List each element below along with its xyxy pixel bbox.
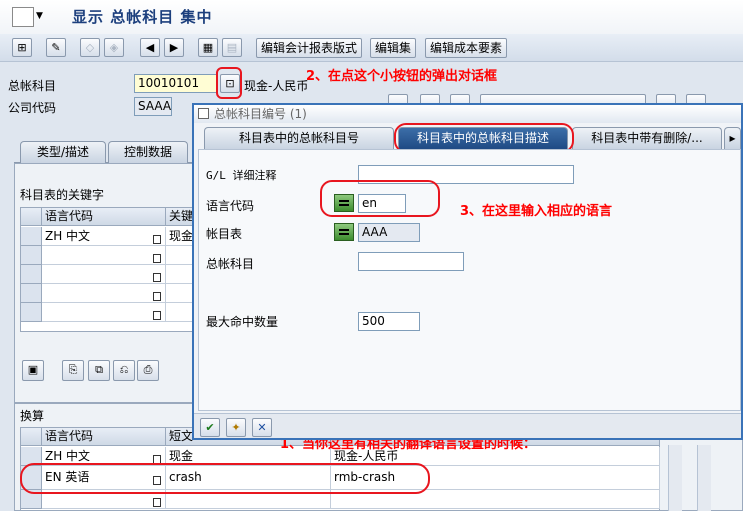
doc-icon[interactable] bbox=[153, 251, 161, 265]
dialog-content bbox=[198, 149, 741, 411]
row-selector[interactable] bbox=[21, 227, 42, 246]
other-account-icon[interactable]: ⊞ bbox=[12, 38, 32, 57]
search-options-icon[interactable]: ✦ bbox=[226, 418, 246, 437]
create-icon: ◇ bbox=[80, 38, 100, 57]
select-all-icon[interactable]: ⎙ bbox=[137, 360, 159, 381]
cancel-icon[interactable]: ✕ bbox=[252, 418, 272, 437]
menu-icon[interactable] bbox=[12, 7, 34, 27]
gl-note-label: G/L 详细注释 bbox=[206, 169, 277, 182]
scrollbar[interactable] bbox=[668, 445, 682, 511]
row-selector-header bbox=[21, 208, 42, 226]
confirm-icon[interactable]: ✔ bbox=[200, 418, 220, 437]
row-selector[interactable] bbox=[21, 265, 42, 284]
table-row[interactable] bbox=[42, 303, 166, 322]
highlight-search-button bbox=[216, 67, 242, 99]
tab-deleted-accounts[interactable]: 科目表中带有删除/... bbox=[572, 127, 722, 149]
dialog-icon bbox=[198, 108, 209, 119]
keyword-cell[interactable] bbox=[166, 246, 194, 265]
account-label: 总帐科目 bbox=[8, 79, 57, 93]
change-display-icon[interactable]: ✎ bbox=[46, 38, 66, 57]
table-row[interactable] bbox=[42, 246, 166, 265]
translation-col-lang: 语言代码 bbox=[42, 428, 166, 446]
max-hits-label: 最大命中数量 bbox=[206, 315, 279, 329]
doc-icon[interactable] bbox=[153, 289, 161, 303]
translation-section-title: 换算 bbox=[20, 409, 45, 423]
table-row[interactable] bbox=[42, 284, 166, 303]
language-code-label: 语言代码 bbox=[206, 199, 255, 213]
document-icon: ▤ bbox=[222, 38, 242, 57]
annotation-3: 3、在这里输入相应的语言 bbox=[460, 204, 613, 219]
row-selector[interactable] bbox=[21, 246, 42, 265]
account-description: 现金-人民币 bbox=[244, 79, 309, 93]
search-help-dialog: 总帐科目编号 (1) 科目表中的总帐科目号 科目表中的总帐科目描述 科目表中带有… bbox=[192, 103, 743, 440]
edit-cost-element-button[interactable]: 编辑成本要素 bbox=[425, 38, 508, 58]
copy-icon: ◈ bbox=[104, 38, 124, 57]
tab-control-data[interactable]: 控制数据 bbox=[108, 141, 188, 163]
table-row[interactable] bbox=[42, 265, 166, 284]
gl-account-field[interactable] bbox=[358, 252, 464, 271]
tab-scroll-right[interactable]: ▸ bbox=[724, 127, 741, 149]
gl-account-label: 总帐科目 bbox=[206, 257, 255, 271]
next-icon[interactable]: ▶ bbox=[164, 38, 184, 57]
previous-icon[interactable]: ◀ bbox=[140, 38, 160, 57]
page-title: 显示 总帐科目 集中 bbox=[72, 8, 213, 26]
doc-icon[interactable] bbox=[153, 270, 161, 284]
chart-of-accounts-field: AAA bbox=[358, 223, 420, 242]
copy-row-icon[interactable]: ⧉ bbox=[88, 360, 110, 381]
keyword-section-title: 科目表的关键字 bbox=[20, 188, 105, 202]
edit-report-layout-button[interactable]: 编辑会计报表版式 bbox=[256, 38, 363, 58]
highlight-en-row bbox=[20, 463, 430, 494]
keyword-cell[interactable] bbox=[166, 265, 194, 284]
delete-row-icon[interactable]: ⎌ bbox=[113, 360, 135, 381]
keyword-cell[interactable]: 现金 bbox=[166, 227, 194, 246]
doc-icon[interactable] bbox=[153, 495, 161, 509]
edit-set-button[interactable]: 编辑集 bbox=[370, 38, 417, 58]
account-field[interactable]: 10010101 bbox=[134, 74, 218, 93]
row-selector-header bbox=[21, 428, 42, 446]
table-row[interactable]: ZH 中文 bbox=[42, 227, 166, 246]
max-hits-field[interactable]: 500 bbox=[358, 312, 420, 331]
dialog-title: 总帐科目编号 (1) bbox=[194, 105, 741, 123]
chart-of-accounts-label: 帐目表 bbox=[206, 227, 243, 241]
dialog-button-bar bbox=[194, 413, 741, 438]
highlight-language-field bbox=[320, 180, 440, 217]
doc-icon[interactable] bbox=[153, 308, 161, 322]
company-label: 公司代码 bbox=[8, 101, 57, 115]
doc-icon[interactable] bbox=[153, 232, 161, 246]
annotation-2: 2、在点这个小按钮的弹出对话框 bbox=[306, 69, 498, 84]
keyword-col-keyword: 关键 bbox=[166, 208, 194, 226]
multiple-selection-icon[interactable] bbox=[334, 223, 354, 241]
company-field: SAAA bbox=[134, 97, 172, 116]
row-selector[interactable] bbox=[21, 303, 42, 322]
tab-account-number[interactable]: 科目表中的总帐科目号 bbox=[204, 127, 394, 149]
print-icon[interactable]: ▦ bbox=[198, 38, 218, 57]
table-settings-icon[interactable]: ▣ bbox=[22, 360, 44, 381]
keyword-cell[interactable] bbox=[166, 303, 194, 322]
row-selector[interactable] bbox=[21, 284, 42, 303]
keyword-cell[interactable] bbox=[166, 284, 194, 303]
keyword-col-lang: 语言代码 bbox=[42, 208, 166, 226]
dropdown-arrow-icon[interactable]: ▼ bbox=[36, 11, 43, 21]
tab-type-description[interactable]: 类型/描述 bbox=[20, 141, 106, 163]
insert-row-icon[interactable]: ⎘ bbox=[62, 360, 84, 381]
scrollbar[interactable] bbox=[697, 445, 711, 511]
